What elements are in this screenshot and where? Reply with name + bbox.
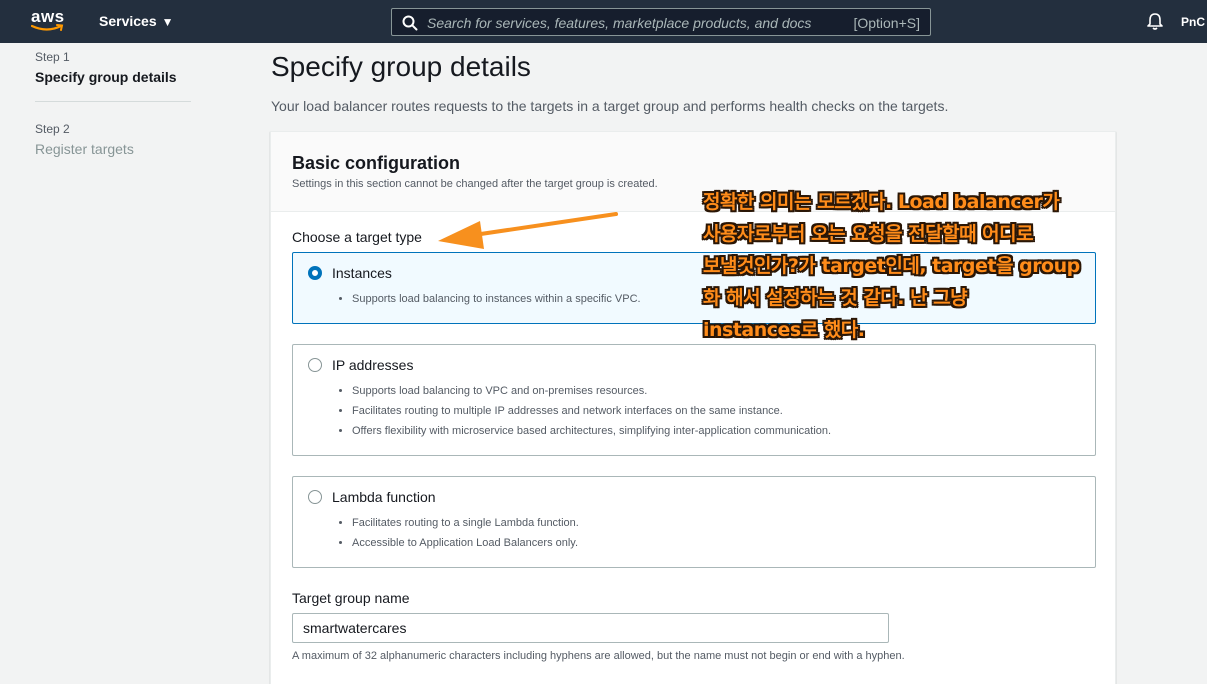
step-1-title: Specify group details: [35, 69, 177, 85]
annotation-line: 정확한 의미는 모르겠다. Load balancer가: [703, 191, 1060, 213]
top-navigation: aws Services ▼ Search for services, featu…: [0, 0, 1207, 43]
list-item: Supports load balancing to VPC and on-pr…: [352, 381, 831, 401]
search-input[interactable]: Search for services, features, marketpla…: [427, 15, 811, 31]
section-title: Basic configuration: [292, 153, 461, 173]
aws-logo[interactable]: aws: [31, 7, 67, 35]
annotation-note: 정확한 의미는 모르겠다. Load balancer가 사용자로부터 오는 요…: [703, 186, 1133, 346]
target-type-label: Choose a target type: [292, 229, 422, 245]
bell-icon[interactable]: [1146, 12, 1164, 31]
caret-down-icon: ▼: [161, 15, 174, 29]
lambda-bullets: Facilitates routing to a single Lambda f…: [352, 513, 579, 553]
annotation-line: 사용자로부터 오는 요청을 전달할때 어디로: [703, 223, 1034, 245]
step-divider: [35, 101, 191, 102]
list-item: Accessible to Application Load Balancers…: [352, 533, 579, 553]
account-menu[interactable]: PnC: [1181, 15, 1205, 29]
step-1-label: Step 1: [35, 50, 70, 64]
list-item: Facilitates routing to a single Lambda f…: [352, 513, 579, 533]
target-group-name-hint: A maximum of 32 alphanumeric characters …: [292, 650, 905, 662]
instances-bullets: Supports load balancing to instances wit…: [352, 289, 641, 309]
services-menu-button[interactable]: Services ▼: [99, 13, 174, 29]
target-type-lambda-tile[interactable]: Lambda function Facilitates routing to a…: [292, 476, 1096, 568]
ip-addresses-bullets: Supports load balancing to VPC and on-pr…: [352, 381, 831, 441]
target-group-name-label: Target group name: [292, 590, 410, 606]
lambda-radio[interactable]: [308, 490, 322, 504]
section-description: Settings in this section cannot be chang…: [292, 178, 658, 190]
list-item: Offers flexibility with microservice bas…: [352, 421, 831, 441]
annotation-line: instances로 했다.: [703, 319, 865, 341]
annotation-line: 보낼것인가?가 target인데, target을 group: [703, 255, 1080, 277]
target-group-name-input[interactable]: [292, 613, 889, 643]
ip-addresses-radio[interactable]: [308, 358, 322, 372]
annotation-arrow-icon: [438, 212, 618, 249]
target-type-ip-addresses-tile[interactable]: IP addresses Supports load balancing to …: [292, 344, 1096, 456]
lambda-title: Lambda function: [332, 489, 436, 505]
services-label: Services: [99, 13, 157, 29]
list-item: Facilitates routing to multiple IP addre…: [352, 401, 831, 421]
ip-addresses-title: IP addresses: [332, 357, 414, 373]
instances-title: Instances: [332, 265, 392, 281]
search-icon: [402, 15, 418, 31]
search-shortcut-hint: [Option+S]: [853, 15, 920, 31]
step-2-title: Register targets: [35, 141, 134, 157]
aws-smile-icon: [31, 24, 64, 31]
instances-radio[interactable]: [308, 266, 322, 280]
step-2-label: Step 2: [35, 122, 70, 136]
search-bar[interactable]: Search for services, features, marketpla…: [391, 8, 931, 36]
list-item: Supports load balancing to instances wit…: [352, 289, 641, 309]
page-description: Your load balancer routes requests to th…: [271, 98, 949, 114]
annotation-line: 화 해서 설정하는 것 같다. 난 그냥: [703, 287, 968, 309]
page-title: Specify group details: [271, 51, 531, 82]
